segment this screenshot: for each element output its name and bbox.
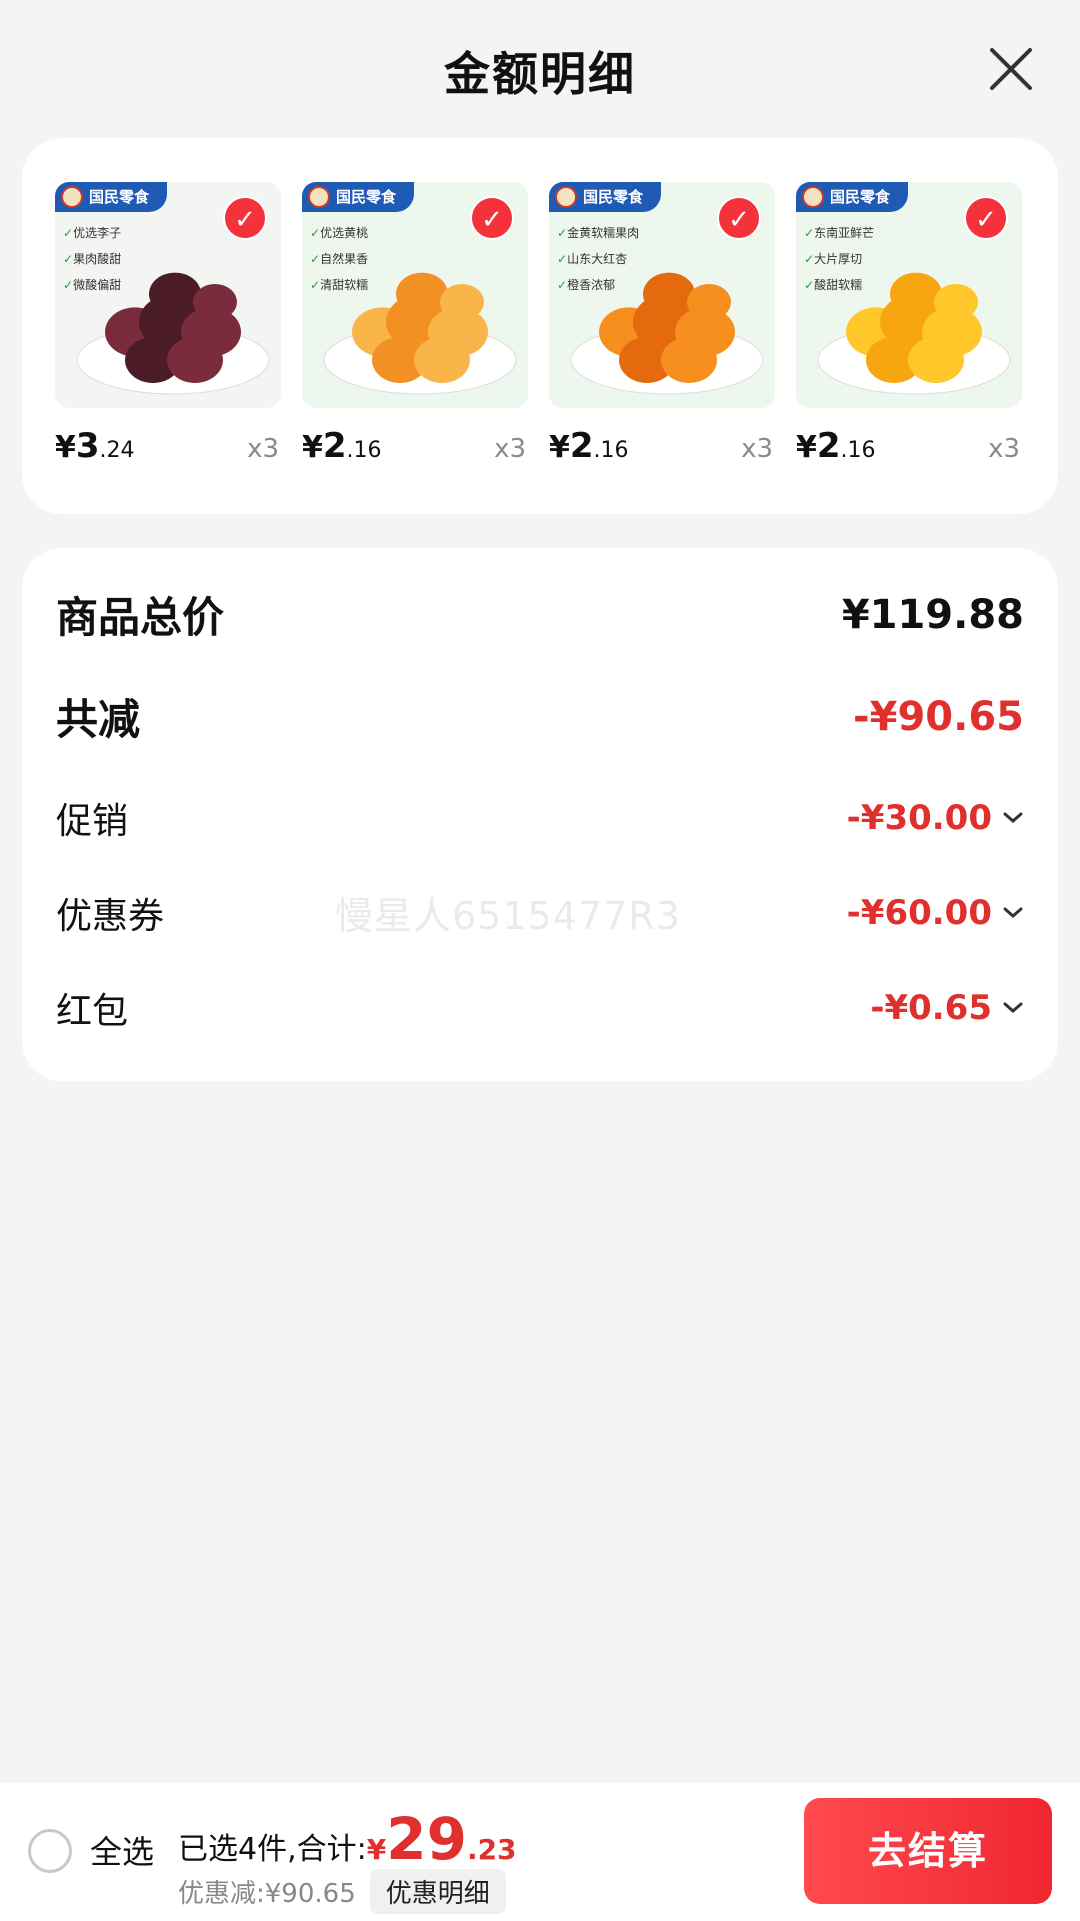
selected-check-icon[interactable]: ✓	[717, 196, 761, 240]
product-features: 金黄软糯果肉山东大红杏橙香浓郁	[557, 220, 639, 298]
selected-check-icon[interactable]: ✓	[470, 196, 514, 240]
brand-logo: 国民零食	[549, 182, 662, 212]
product-feature: 优选黄桃	[310, 220, 368, 246]
coupon-label: 优惠券	[56, 896, 165, 937]
redpacket-row[interactable]: 红包 -¥0.65	[56, 982, 1024, 1034]
product-quantity: x3	[988, 434, 1020, 464]
product-feature: 果肉酸甜	[63, 246, 121, 272]
product-image: 国民零食优选黄桃自然果香清甜软糯 ✓	[302, 182, 528, 408]
brand-logo: 国民零食	[796, 182, 909, 212]
product-feature: 酸甜软糯	[804, 272, 874, 298]
redpacket-value[interactable]: -¥0.65	[870, 988, 1024, 1028]
product-feature: 东南亚鲜芒	[804, 220, 874, 246]
product-features: 东南亚鲜芒大片厚切酸甜软糯	[804, 220, 874, 298]
watermark: 慢星人6515477R3	[335, 894, 681, 938]
redpacket-label: 红包	[56, 991, 129, 1032]
product-item[interactable]: 国民零食优选黄桃自然果香清甜软糯 ✓ ¥2.16 x3	[302, 182, 528, 466]
checkout-button[interactable]: 去结算	[804, 1798, 1052, 1904]
amount-breakdown-card: 商品总价 ¥119.88 共减 -¥90.65 促销 -¥30.00 优惠券 -…	[22, 548, 1058, 1081]
product-item[interactable]: 国民零食东南亚鲜芒大片厚切酸甜软糯 ✓ ¥2.16 x3	[796, 182, 1022, 466]
chevron-down-icon	[1003, 812, 1023, 823]
product-price: ¥2.16	[796, 426, 876, 466]
product-feature: 橙香浓郁	[557, 272, 639, 298]
product-quantity: x3	[494, 434, 526, 464]
product-price: ¥2.16	[302, 426, 382, 466]
selected-check-icon[interactable]: ✓	[964, 196, 1008, 240]
brand-logo: 国民零食	[302, 182, 415, 212]
product-image: 国民零食优选李子果肉酸甜微酸偏甜 ✓	[55, 182, 281, 408]
select-all-label[interactable]: 全选	[90, 1827, 154, 1873]
bottom-checkout-bar: 全选 已选4件,合计:¥29.23 优惠减:¥90.65 优惠明细 去结算	[0, 1783, 1080, 1921]
brand-logo: 国民零食	[55, 182, 168, 212]
selected-summary: 已选4件,合计:¥29.23	[178, 1805, 517, 1873]
total-price-row: 商品总价 ¥119.88	[56, 584, 1024, 645]
product-feature: 自然果香	[310, 246, 368, 272]
promo-row[interactable]: 促销 -¥30.00	[56, 792, 1024, 844]
chevron-down-icon	[1003, 907, 1023, 918]
product-feature: 大片厚切	[804, 246, 874, 272]
product-features: 优选李子果肉酸甜微酸偏甜	[63, 220, 121, 298]
product-price: ¥2.16	[549, 426, 629, 466]
product-quantity: x3	[247, 434, 279, 464]
close-icon[interactable]	[988, 46, 1034, 92]
product-image: 国民零食东南亚鲜芒大片厚切酸甜软糯 ✓	[796, 182, 1022, 408]
product-feature: 优选李子	[63, 220, 121, 246]
product-item[interactable]: 国民零食优选李子果肉酸甜微酸偏甜 ✓ ¥3.24 x3	[55, 182, 281, 466]
product-price: ¥3.24	[55, 426, 135, 466]
product-feature: 山东大红杏	[557, 246, 639, 272]
chevron-down-icon	[1003, 1002, 1023, 1013]
total-amount: 29	[386, 1805, 467, 1873]
discount-text: 优惠减:¥90.65	[178, 1879, 356, 1909]
promo-value[interactable]: -¥30.00	[847, 798, 1024, 838]
product-feature: 清甜软糯	[310, 272, 368, 298]
promo-label: 促销	[56, 801, 129, 842]
selected-count-text: 已选4件,合计:	[178, 1832, 367, 1867]
product-feature: 金黄软糯果肉	[557, 220, 639, 246]
total-reduce-label: 共减	[56, 695, 141, 744]
product-item[interactable]: 国民零食金黄软糯果肉山东大红杏橙香浓郁 ✓ ¥2.16 x3	[549, 182, 775, 466]
total-reduce-value: -¥90.65	[853, 693, 1024, 740]
product-features: 优选黄桃自然果香清甜软糯	[310, 220, 368, 298]
total-reduce-row: 共减 -¥90.65	[56, 686, 1024, 747]
amount-detail-sheet: 金额明细 国民零食优选李子果肉酸甜微酸偏甜 ✓ ¥3.24 x3 国民零食优选黄桃…	[0, 0, 1080, 1921]
selected-check-icon[interactable]: ✓	[223, 196, 267, 240]
discount-detail-button[interactable]: 优惠明细	[369, 1869, 506, 1914]
select-all-radio[interactable]	[28, 1829, 72, 1873]
product-quantity: x3	[741, 434, 773, 464]
product-feature: 微酸偏甜	[63, 272, 121, 298]
coupon-value[interactable]: -¥60.00	[847, 893, 1024, 933]
discount-line: 优惠减:¥90.65 优惠明细	[178, 1869, 506, 1914]
products-card: 国民零食优选李子果肉酸甜微酸偏甜 ✓ ¥3.24 x3 国民零食优选黄桃自然果香清…	[22, 138, 1058, 514]
sheet-title: 金额明细	[444, 47, 636, 101]
total-price-value: ¥119.88	[841, 591, 1024, 638]
total-price-label: 商品总价	[56, 593, 225, 642]
product-image: 国民零食金黄软糯果肉山东大红杏橙香浓郁 ✓	[549, 182, 775, 408]
